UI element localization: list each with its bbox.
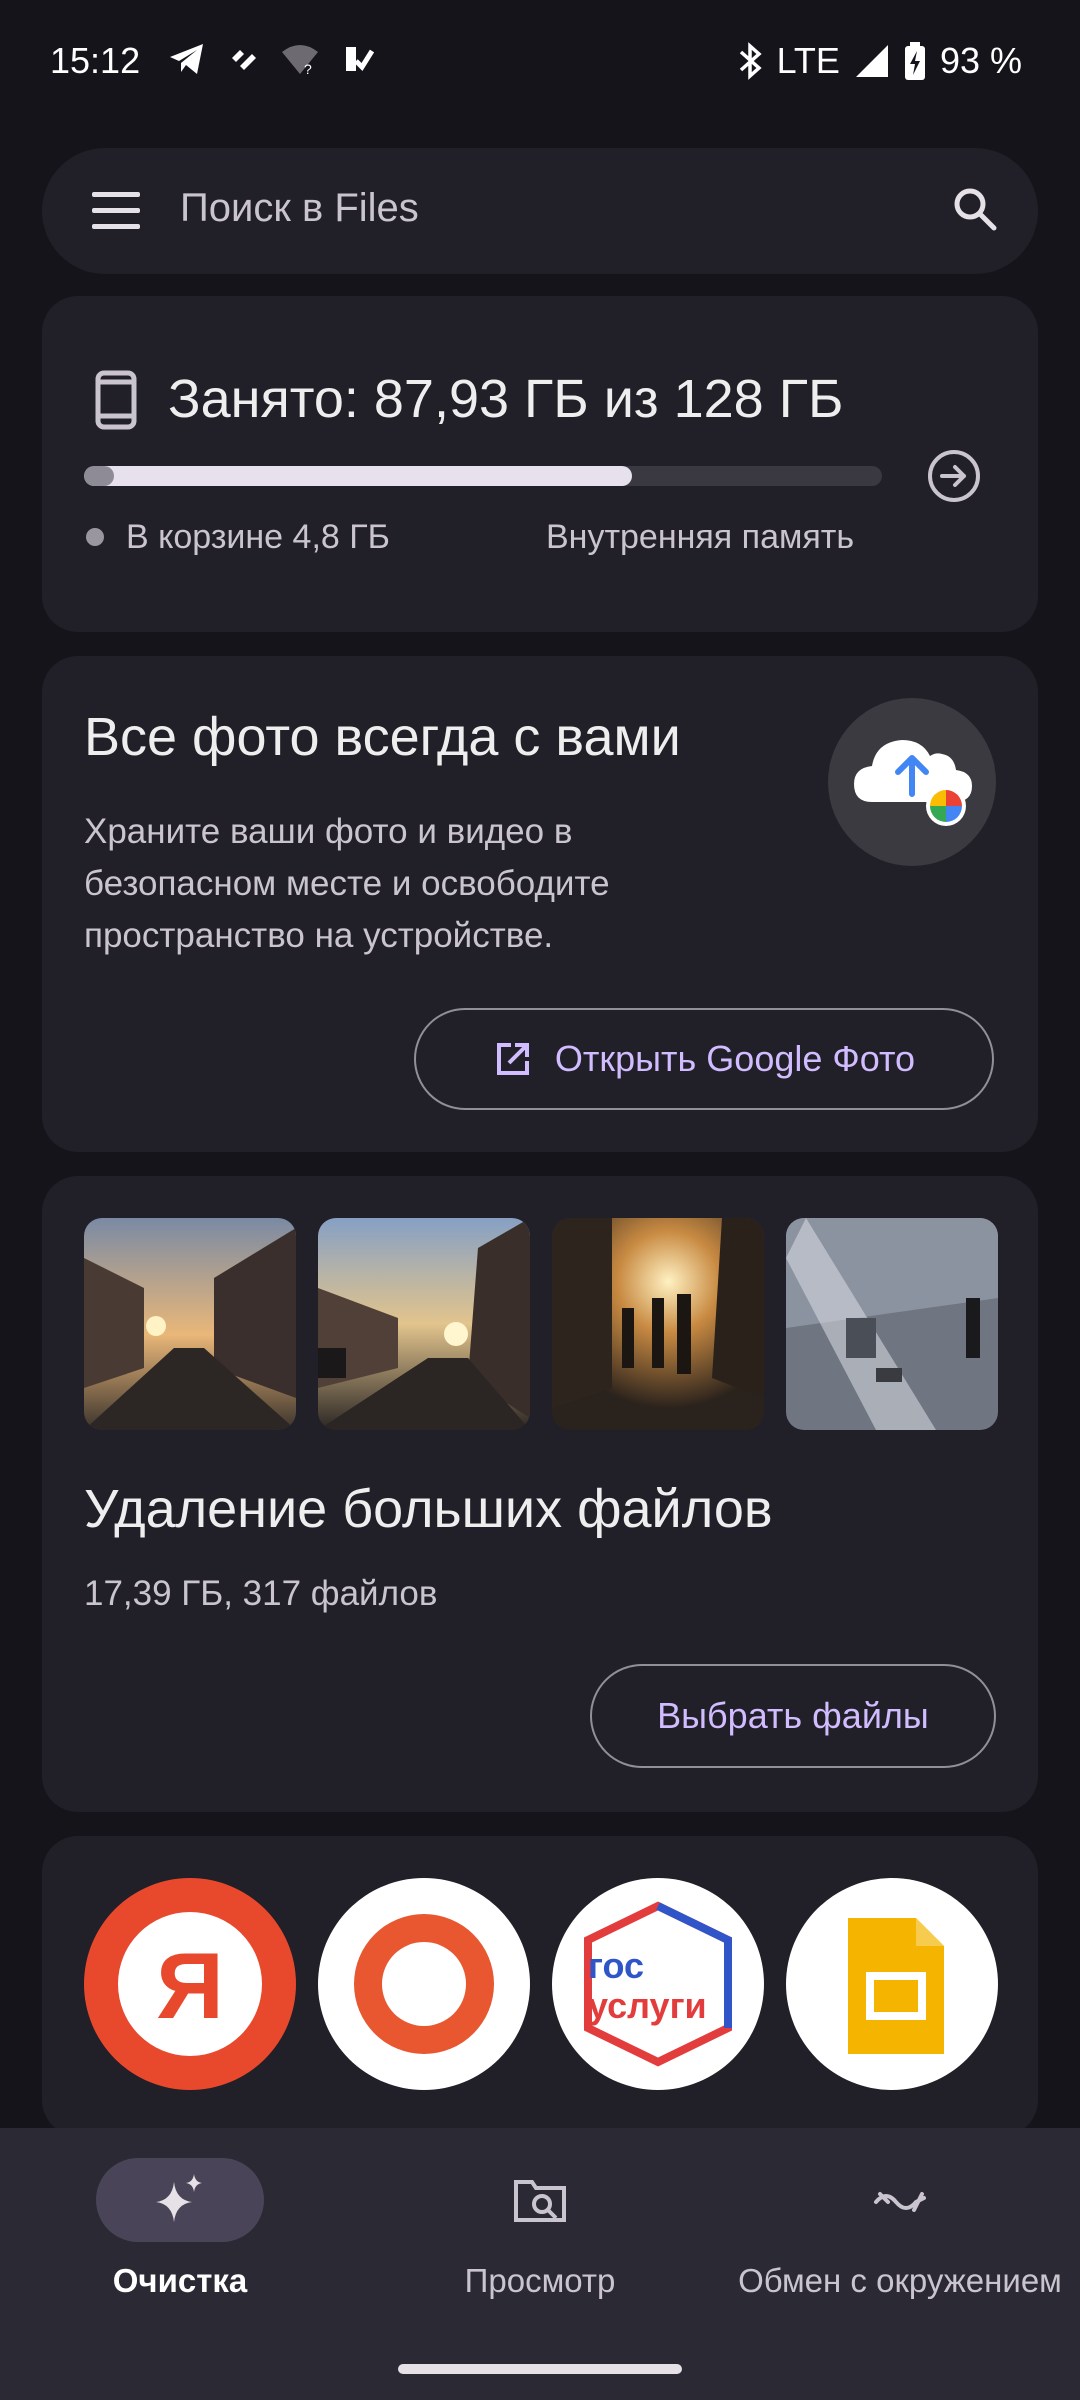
trash-dot xyxy=(86,528,104,546)
nav-item-clean[interactable]: Очистка xyxy=(0,2158,360,2300)
svg-text:?: ? xyxy=(304,61,312,76)
wifi-unknown-icon: ? xyxy=(282,45,318,76)
street-sunset-photo[interactable] xyxy=(84,1218,296,1430)
sidewalk-backlit-photo[interactable] xyxy=(552,1218,764,1430)
app-icon xyxy=(232,50,256,70)
arrow-forward-icon[interactable] xyxy=(924,446,984,506)
signal-icon xyxy=(855,45,888,77)
storage-card[interactable]: Занято: 87,93 ГБ из 128 ГБ В корзине 4,8… xyxy=(42,296,1038,632)
yandex-app-icon[interactable]: Я xyxy=(84,1878,296,2090)
open-external-icon xyxy=(496,1043,529,1075)
nav-item-browse[interactable]: Просмотр xyxy=(360,2158,720,2300)
status-left-icons: ? xyxy=(168,42,374,76)
storage-location-label: Внутренняя память xyxy=(546,518,855,556)
search-bar[interactable]: Поиск в Files xyxy=(42,148,1038,274)
choose-files-button[interactable]: Выбрать файлы xyxy=(590,1664,996,1768)
large-files-card: Удаление больших файлов 17,39 ГБ, 317 фа… xyxy=(42,1176,1038,1812)
menu-icon[interactable] xyxy=(92,192,140,230)
open-google-photos-label: Открыть Google Фото xyxy=(554,1038,916,1079)
app-check-icon xyxy=(346,47,374,71)
bottom-navigation: Очистка Просмотр Обмен с окружением xyxy=(0,2128,1080,2400)
gosuslugi-app-icon[interactable]: гос услуги xyxy=(552,1878,764,2090)
nav-label-clean: Очистка xyxy=(112,2262,248,2299)
nav-pill-browse xyxy=(456,2158,624,2242)
orange-ring-app-icon[interactable] xyxy=(318,1878,530,2090)
square-light-rays-photo[interactable] xyxy=(786,1218,998,1430)
cloud-upload-icon xyxy=(828,698,996,866)
status-time: 15:12 xyxy=(50,40,141,81)
storage-used-fill xyxy=(84,466,632,486)
storage-trash-fill xyxy=(84,466,114,486)
yandex-letter: Я xyxy=(156,1933,224,2038)
sparkle-icon xyxy=(156,2174,202,2222)
phone-icon xyxy=(95,370,137,430)
search-placeholder[interactable]: Поиск в Files xyxy=(180,186,419,231)
network-type: LTE xyxy=(776,40,840,81)
battery-charging-icon xyxy=(904,42,925,80)
browse-icon xyxy=(514,2180,566,2222)
gosuslugi-line2: услуги xyxy=(588,1985,707,2026)
large-files-subtitle: 17,39 ГБ, 317 файлов xyxy=(84,1574,438,1613)
photos-promo-card: Все фото всегда с вами Храните ваши фото… xyxy=(42,656,1038,1152)
nav-item-nearby-share[interactable]: Обмен с окружением xyxy=(720,2158,1080,2300)
storage-progress-bar xyxy=(84,466,882,486)
telegram-icon xyxy=(170,44,203,74)
battery-percent: 93 % xyxy=(939,40,1022,81)
storage-title: Занято: 87,93 ГБ из 128 ГБ xyxy=(168,369,844,429)
google-slides-app-icon[interactable] xyxy=(786,1878,998,2090)
photos-promo-title: Все фото всегда с вами xyxy=(84,707,681,767)
thumbnail-row xyxy=(84,1218,998,1430)
photos-promo-description: Храните ваши фото и видео в безопасном м… xyxy=(84,812,610,955)
street-sunset-photo-2[interactable] xyxy=(318,1218,530,1430)
status-right: LTE 93 % xyxy=(737,40,1022,82)
app-row: Я гос услуги xyxy=(84,1878,998,2090)
search-icon[interactable] xyxy=(950,184,1000,234)
nav-pill-clean xyxy=(96,2158,264,2242)
apps-card: Я гос услуги xyxy=(42,1836,1038,2136)
trash-label: В корзине 4,8 ГБ xyxy=(126,518,390,556)
nearby-share-icon xyxy=(874,2192,926,2212)
gosuslugi-line1: гос xyxy=(588,1945,644,1986)
nav-label-browse: Просмотр xyxy=(464,2262,616,2299)
large-files-title: Удаление больших файлов xyxy=(84,1479,773,1539)
open-google-photos-button[interactable]: Открыть Google Фото xyxy=(414,1008,994,1110)
gesture-bar[interactable] xyxy=(398,2364,682,2374)
nav-pill-nearby-share xyxy=(816,2158,984,2242)
bluetooth-icon xyxy=(739,42,762,80)
nav-label-nearby-share: Обмен с окружением xyxy=(738,2262,1062,2299)
